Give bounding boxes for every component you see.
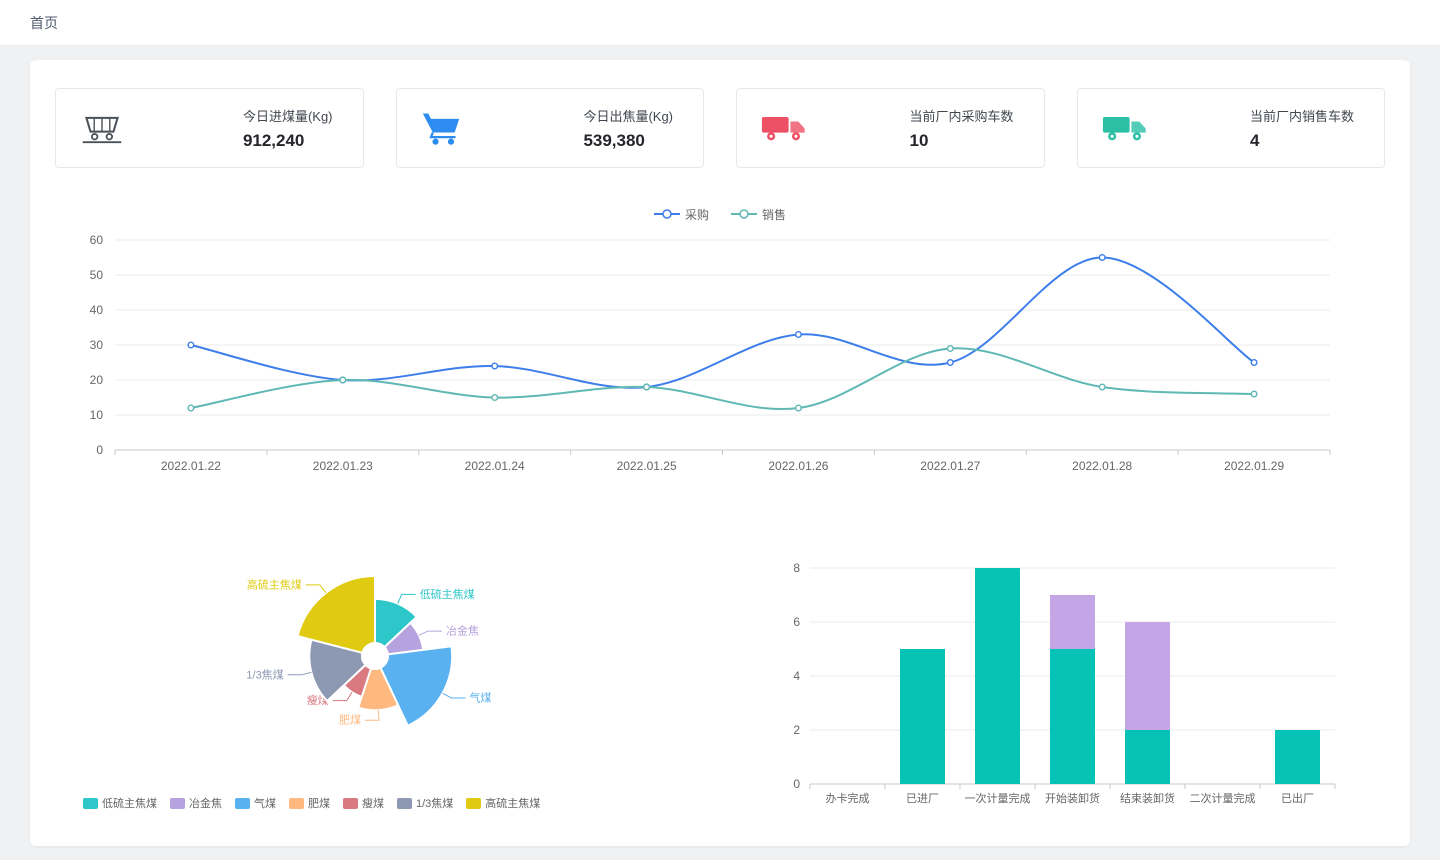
vehicle-status-bar-section: 0 2 4 6 8 办卡完成 已进厂 一次计量完成开始装卸货 结束装卸货 二次计量完成 已出厂 bbox=[735, 538, 1385, 823]
svg-text:2: 2 bbox=[793, 723, 800, 737]
stat-card-value: 539,380 bbox=[583, 131, 673, 151]
svg-text:已进厂: 已进厂 bbox=[906, 792, 939, 805]
svg-text:6: 6 bbox=[793, 615, 800, 629]
svg-text:2022.01.22: 2022.01.22 bbox=[161, 459, 221, 473]
line-legend-label: 销售 bbox=[762, 206, 786, 223]
svg-text:2022.01.27: 2022.01.27 bbox=[920, 459, 980, 473]
svg-text:低硫主焦煤: 低硫主焦煤 bbox=[420, 587, 475, 601]
breadcrumb-home[interactable]: 首页 bbox=[30, 13, 58, 33]
pie-chart-legend: 低硫主焦煤 冶金焦 气煤 肥煤 瘦煤 1/3焦煤 高硫主焦煤 bbox=[83, 795, 735, 811]
pie-legend-item-0[interactable]: 低硫主焦煤 bbox=[83, 795, 157, 811]
svg-text:2022.01.28: 2022.01.28 bbox=[1072, 459, 1132, 473]
svg-text:冶金焦: 冶金焦 bbox=[446, 624, 479, 638]
truck-icon bbox=[1102, 110, 1148, 146]
svg-text:20: 20 bbox=[90, 373, 104, 387]
pie-legend-label: 冶金焦 bbox=[189, 795, 222, 811]
stat-card-2: 当前厂内采购车数 10 bbox=[736, 88, 1045, 168]
svg-text:结束装卸货: 结束装卸货 bbox=[1120, 791, 1175, 805]
svg-text:肥煤: 肥煤 bbox=[339, 714, 361, 727]
pie-legend-item-2[interactable]: 气煤 bbox=[235, 795, 276, 811]
stat-card-value: 10 bbox=[909, 131, 1013, 151]
pie-legend-item-5[interactable]: 1/3焦煤 bbox=[397, 795, 453, 811]
stat-card-value: 4 bbox=[1250, 131, 1354, 151]
legend-swatch-icon bbox=[170, 798, 185, 809]
svg-text:2022.01.25: 2022.01.25 bbox=[617, 459, 677, 473]
svg-text:1/3焦煤: 1/3焦煤 bbox=[246, 668, 283, 681]
svg-text:0: 0 bbox=[793, 777, 800, 791]
svg-text:50: 50 bbox=[90, 268, 104, 282]
line-legend-item-0[interactable]: 采购 bbox=[654, 206, 709, 223]
legend-swatch-icon bbox=[397, 798, 412, 809]
svg-text:开始装卸货: 开始装卸货 bbox=[1045, 791, 1100, 805]
stat-card-label: 当前厂内销售车数 bbox=[1250, 106, 1354, 125]
svg-text:高硫主焦煤: 高硫主焦煤 bbox=[247, 577, 302, 591]
pie-legend-label: 瘦煤 bbox=[362, 795, 384, 811]
line-legend-item-1[interactable]: 销售 bbox=[731, 206, 786, 223]
svg-text:二次计量完成: 二次计量完成 bbox=[1190, 791, 1256, 805]
stat-card-3: 当前厂内销售车数 4 bbox=[1077, 88, 1386, 168]
coal-type-pie-section: 低硫主焦煤冶金焦气煤肥煤瘦煤1/3焦煤高硫主焦煤 低硫主焦煤 冶金焦 气煤 肥煤… bbox=[55, 538, 735, 811]
truck-icon bbox=[761, 110, 807, 146]
svg-text:10: 10 bbox=[90, 408, 104, 422]
svg-text:30: 30 bbox=[90, 338, 104, 352]
stat-card-label: 今日进煤量(Kg) bbox=[243, 106, 333, 125]
legend-swatch-icon bbox=[289, 798, 304, 809]
pie-legend-item-4[interactable]: 瘦煤 bbox=[343, 795, 384, 811]
svg-text:2022.01.29: 2022.01.29 bbox=[1224, 459, 1284, 473]
legend-swatch-icon bbox=[343, 798, 358, 809]
svg-text:2022.01.26: 2022.01.26 bbox=[768, 459, 828, 473]
svg-text:2022.01.24: 2022.01.24 bbox=[465, 459, 525, 473]
pie-legend-label: 低硫主焦煤 bbox=[102, 795, 157, 811]
dashboard-panel: 今日进煤量(Kg) 912,240 今日出焦量(Kg) 539,380 当前厂内… bbox=[30, 60, 1410, 846]
pie-legend-label: 肥煤 bbox=[308, 795, 330, 811]
shopping-cart-icon bbox=[421, 109, 461, 147]
stat-card-label: 今日出焦量(Kg) bbox=[583, 106, 673, 125]
purchase-sales-line-chart: 0 10 20 30 40 50 60 2022.01.22 2022.01.23 2022.01… bbox=[55, 224, 1385, 494]
svg-text:40: 40 bbox=[90, 303, 104, 317]
bottom-charts-row: 低硫主焦煤冶金焦气煤肥煤瘦煤1/3焦煤高硫主焦煤 低硫主焦煤 冶金焦 气煤 肥煤… bbox=[55, 538, 1385, 823]
svg-text:0: 0 bbox=[96, 443, 103, 457]
svg-text:已出厂: 已出厂 bbox=[1281, 791, 1314, 805]
stat-card-label: 当前厂内采购车数 bbox=[909, 106, 1013, 125]
coal-type-pie-chart: 低硫主焦煤冶金焦气煤肥煤瘦煤1/3焦煤高硫主焦煤 bbox=[55, 538, 715, 783]
pie-legend-item-1[interactable]: 冶金焦 bbox=[170, 795, 222, 811]
line-chart-legend: 采购 销售 bbox=[55, 206, 1385, 222]
line-series-marker-icon bbox=[731, 208, 757, 220]
pie-legend-label: 高硫主焦煤 bbox=[485, 795, 540, 811]
line-legend-label: 采购 bbox=[685, 206, 709, 223]
mine-cart-icon bbox=[80, 109, 124, 147]
pie-legend-label: 1/3焦煤 bbox=[416, 795, 453, 811]
svg-text:一次计量完成: 一次计量完成 bbox=[965, 791, 1031, 805]
svg-text:8: 8 bbox=[793, 561, 800, 575]
pie-legend-item-3[interactable]: 肥煤 bbox=[289, 795, 330, 811]
svg-text:60: 60 bbox=[90, 233, 104, 247]
svg-text:2022.01.23: 2022.01.23 bbox=[313, 459, 373, 473]
svg-text:办卡完成: 办卡完成 bbox=[826, 791, 870, 805]
stat-card-0: 今日进煤量(Kg) 912,240 bbox=[55, 88, 364, 168]
stat-card-1: 今日出焦量(Kg) 539,380 bbox=[396, 88, 705, 168]
vehicle-status-bar-chart: 0 2 4 6 8 办卡完成 已进厂 一次计量完成开始装卸货 结束装卸货 二次计量完成 已出厂 bbox=[735, 538, 1355, 823]
pie-legend-label: 气煤 bbox=[254, 795, 276, 811]
legend-swatch-icon bbox=[466, 798, 481, 809]
line-series-marker-icon bbox=[654, 208, 680, 220]
legend-swatch-icon bbox=[235, 798, 250, 809]
top-nav-bar: 首页 bbox=[0, 0, 1440, 46]
pie-legend-item-6[interactable]: 高硫主焦煤 bbox=[466, 795, 540, 811]
svg-text:4: 4 bbox=[793, 669, 800, 683]
stat-card-value: 912,240 bbox=[243, 131, 333, 151]
svg-text:气煤: 气煤 bbox=[469, 691, 491, 705]
legend-swatch-icon bbox=[83, 798, 98, 809]
stat-cards-row: 今日进煤量(Kg) 912,240 今日出焦量(Kg) 539,380 当前厂内… bbox=[55, 88, 1385, 168]
